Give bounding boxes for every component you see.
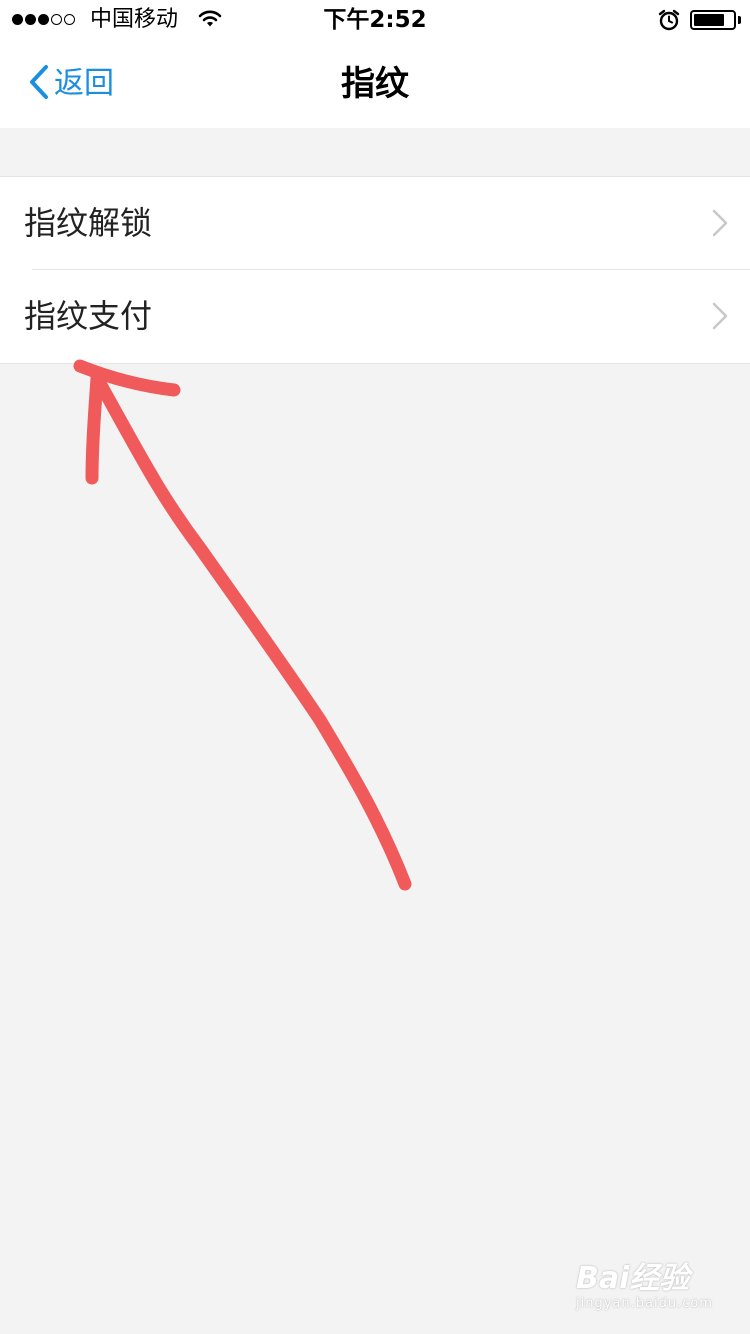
status-bar: 中国移动 下午2:52 <box>0 0 750 40</box>
battery-icon <box>690 10 736 30</box>
fingerprint-settings-list: 指纹解锁 指纹支付 <box>0 176 750 364</box>
alarm-icon <box>658 9 680 35</box>
battery-tip <box>738 16 741 24</box>
fingerprint-unlock-row[interactable]: 指纹解锁 <box>0 177 750 270</box>
page-title: 指纹 <box>341 64 409 104</box>
chevron-right-icon <box>712 209 728 241</box>
chevron-right-icon <box>712 302 728 334</box>
watermark-url: jingyan.baidu.com <box>576 1296 713 1311</box>
list-item-label: 指纹解锁 <box>24 204 153 242</box>
list-item-label: 指纹支付 <box>24 297 153 335</box>
battery-level <box>694 14 724 26</box>
navigation-bar: 返回 指纹 <box>0 40 750 128</box>
watermark-brand: Bai经验 <box>576 1261 690 1296</box>
fingerprint-payment-row[interactable]: 指纹支付 <box>0 270 750 363</box>
status-time: 下午2:52 <box>323 7 427 33</box>
watermark: Bai经验 jingyan.baidu.com <box>576 1262 713 1312</box>
